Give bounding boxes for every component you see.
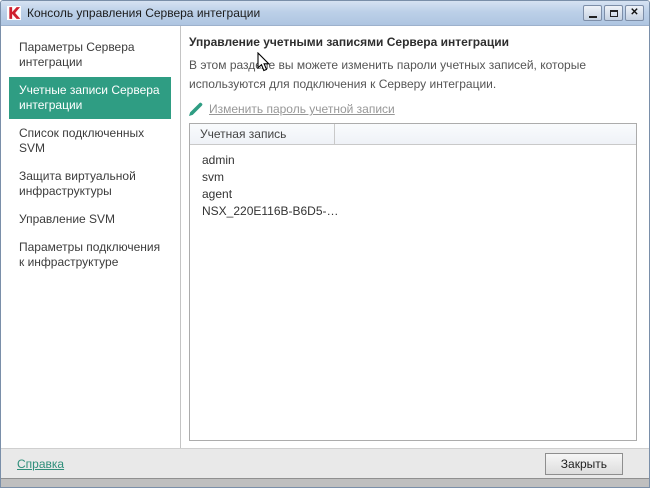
kaspersky-app-icon xyxy=(7,6,21,20)
change-password-row: Изменить пароль учетной записи xyxy=(189,102,637,117)
accounts-table-header: Учетная запись xyxy=(190,124,636,146)
sidebar-item-server-accounts[interactable]: Учетные записи Сервера интеграции xyxy=(9,77,171,119)
sidebar-nav: Параметры Сервера интеграции Учетные зап… xyxy=(1,26,181,448)
table-row-agent[interactable]: agent xyxy=(190,185,636,202)
sidebar-item-infrastructure-connection-parameters[interactable]: Параметры подключения к инфраструктуре xyxy=(9,234,171,276)
main-panel: Управление учетными записями Сервера инт… xyxy=(181,26,649,448)
maximize-button[interactable] xyxy=(604,5,623,21)
change-account-password-link[interactable]: Изменить пароль учетной записи xyxy=(209,102,395,116)
table-row-svm[interactable]: svm xyxy=(190,168,636,185)
table-row-admin[interactable]: admin xyxy=(190,151,636,168)
sidebar-item-virtual-infrastructure-protection[interactable]: Защита виртуальной инфраструктуры xyxy=(9,163,171,205)
close-button[interactable]: Закрыть xyxy=(544,452,623,475)
maximize-icon xyxy=(609,9,618,17)
minimize-icon xyxy=(588,16,597,18)
column-header-empty xyxy=(335,124,636,144)
sidebar-item-connected-svm-list[interactable]: Список подключенных SVM xyxy=(9,120,171,162)
close-icon: ✕ xyxy=(630,7,639,18)
pencil-icon xyxy=(189,102,203,117)
footer-bar: Справка Закрыть xyxy=(1,448,649,478)
sidebar-item-server-parameters[interactable]: Параметры Сервера интеграции xyxy=(9,34,171,76)
close-window-button[interactable]: ✕ xyxy=(625,5,644,21)
accounts-table: Учетная запись admin svm agent NSX_220E1… xyxy=(189,123,637,441)
window-bottom-frame xyxy=(1,478,649,487)
help-link[interactable]: Справка xyxy=(17,457,64,471)
integration-server-console-window: Консоль управления Сервера интеграции ✕ … xyxy=(0,0,650,488)
title-bar: Консоль управления Сервера интеграции ✕ xyxy=(1,1,649,26)
accounts-table-body: admin svm agent NSX_220E116B-B6D5-… xyxy=(190,145,636,219)
minimize-button[interactable] xyxy=(583,5,602,21)
sidebar-item-svm-management[interactable]: Управление SVM xyxy=(9,206,171,233)
table-row-nsx[interactable]: NSX_220E116B-B6D5-… xyxy=(190,202,636,219)
content-area: Параметры Сервера интеграции Учетные зап… xyxy=(1,26,649,448)
window-title: Консоль управления Сервера интеграции xyxy=(27,6,261,20)
page-title: Управление учетными записями Сервера инт… xyxy=(189,35,509,49)
column-header-account: Учетная запись xyxy=(190,124,335,145)
page-description: В этом разделе вы можете изменить пароли… xyxy=(189,58,587,91)
